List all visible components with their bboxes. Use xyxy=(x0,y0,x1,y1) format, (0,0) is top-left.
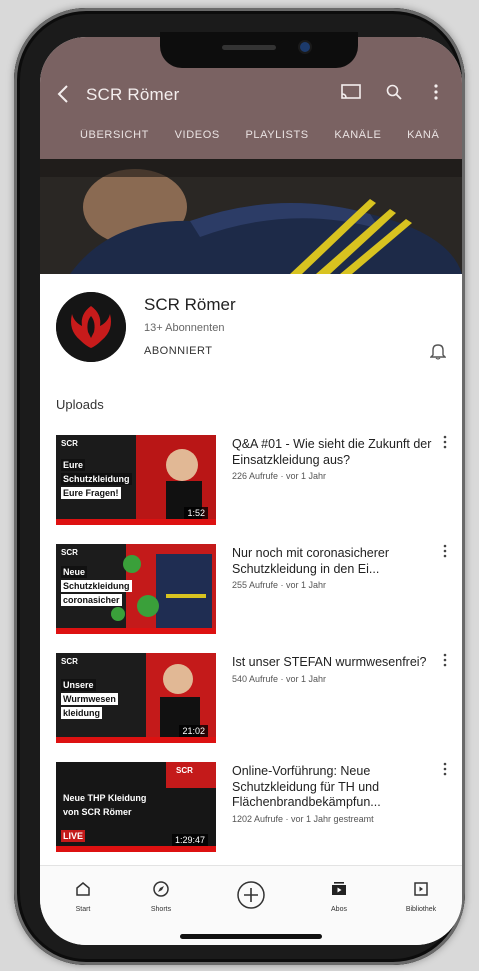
thumb-text: Wurmwesen xyxy=(61,693,118,705)
video-title-text: Nur noch mit coronasicherer Schutzkleidu… xyxy=(232,546,390,576)
channel-title: SCR Römer xyxy=(86,85,180,104)
channel-tabs: ÜBERSICHT VIDEOS PLAYLISTS KANÄLE KANÄ xyxy=(80,129,461,141)
thumb-text: Schutzkleidung xyxy=(61,473,132,485)
more-vert-icon xyxy=(443,544,447,558)
nav-label: Shorts xyxy=(150,906,172,913)
video-more-button[interactable] xyxy=(443,435,447,452)
video-item[interactable]: SCR Unsere Wurmwesen kleidung 21:02 Ist … xyxy=(56,653,456,749)
bell-icon xyxy=(429,344,447,360)
thumb-text: Neue THP Kleidung xyxy=(63,793,147,803)
bottom-navigation: Start Shorts Abos Bibliothek xyxy=(40,865,462,945)
phone-notch xyxy=(160,32,358,68)
search-icon xyxy=(386,84,402,100)
nav-label: Bibliothek xyxy=(405,906,437,913)
explore-icon xyxy=(153,881,169,897)
video-title[interactable]: Online-Vorführung: Neue Schutzkleidung f… xyxy=(232,764,432,826)
video-item[interactable]: SCR Eure Schutzkleidung Eure Fragen! 1:5… xyxy=(56,435,456,531)
add-circle-icon xyxy=(237,881,265,909)
thumb-text: Eure Fragen! xyxy=(61,487,121,499)
thumb-text: Eure xyxy=(61,459,86,471)
video-duration: 21:02 xyxy=(179,725,208,737)
video-meta: 1202 Aufrufe · vor 1 Jahr gestreamt xyxy=(232,813,374,824)
video-more-button[interactable] xyxy=(443,653,447,670)
video-meta: 226 Aufrufe · vor 1 Jahr xyxy=(232,471,327,481)
arrow-left-icon xyxy=(57,85,68,103)
more-options-button[interactable] xyxy=(433,83,439,106)
phoenix-logo-icon xyxy=(56,292,126,362)
thumb-text: coronasicher xyxy=(61,594,122,606)
subscribed-button[interactable]: ABONNIERT xyxy=(144,345,212,357)
video-title-text: Q&A #01 - Wie sieht die Zukunft der Eins… xyxy=(232,437,432,467)
nav-label: Abos xyxy=(331,906,347,913)
tab-uebersicht[interactable]: ÜBERSICHT xyxy=(80,129,149,141)
tab-kanaele[interactable]: KANÄLE xyxy=(334,129,381,141)
subscriptions-icon xyxy=(332,882,346,895)
nav-home[interactable]: Start xyxy=(48,880,118,913)
search-button[interactable] xyxy=(385,83,403,106)
more-vert-icon xyxy=(434,84,438,100)
video-title[interactable]: Q&A #01 - Wie sieht die Zukunft der Eins… xyxy=(232,437,432,484)
video-title[interactable]: Ist unser STEFAN wurmwesenfrei? 540 Aufr… xyxy=(232,655,432,686)
library-icon xyxy=(414,882,428,896)
video-more-button[interactable] xyxy=(443,762,447,779)
more-vert-icon xyxy=(443,762,447,776)
video-more-button[interactable] xyxy=(443,544,447,561)
video-item[interactable]: SCR Neue THP Kleidung von SCR Römer LIVE… xyxy=(56,762,456,858)
video-duration: 1:29:47 xyxy=(171,834,208,846)
tab-videos[interactable]: VIDEOS xyxy=(175,129,220,141)
nav-library[interactable]: Bibliothek xyxy=(386,880,456,913)
section-title-uploads: Uploads xyxy=(56,397,104,412)
tab-kanaele-overflow[interactable]: KANÄ xyxy=(407,129,439,141)
live-badge: LIVE xyxy=(61,830,86,842)
thumb-text: von SCR Römer xyxy=(63,807,132,817)
speaker-grille xyxy=(222,45,276,50)
video-meta: 540 Aufrufe · vor 1 Jahr xyxy=(232,673,327,684)
thumb-text: kleidung xyxy=(61,707,103,719)
video-title[interactable]: Nur noch mit coronasicherer Schutzkleidu… xyxy=(232,546,432,593)
video-item[interactable]: SCR Neue Schutzkleidung coronasicher Nur… xyxy=(56,544,456,640)
video-duration: 1:52 xyxy=(184,507,208,519)
subscriber-count: 13+ Abonnenten xyxy=(144,322,225,334)
video-thumbnail[interactable]: SCR Eure Schutzkleidung Eure Fragen! 1:5… xyxy=(56,435,216,525)
thumb-text: Unsere xyxy=(61,679,96,691)
video-meta: 255 Aufrufe · vor 1 Jahr xyxy=(232,580,327,590)
front-camera xyxy=(300,42,310,52)
brand-badge: SCR xyxy=(61,439,78,448)
brand-badge: SCR xyxy=(176,766,193,775)
nav-subscriptions[interactable]: Abos xyxy=(304,880,374,913)
thumb-text: Neue xyxy=(61,566,88,578)
video-title-text: Ist unser STEFAN wurmwesenfrei? xyxy=(232,655,427,669)
video-thumbnail[interactable]: SCR Unsere Wurmwesen kleidung 21:02 xyxy=(56,653,216,743)
more-vert-icon xyxy=(443,653,447,667)
cast-button[interactable] xyxy=(340,83,362,106)
brand-badge: SCR xyxy=(61,548,78,557)
more-vert-icon xyxy=(443,435,447,449)
notification-bell-button[interactable] xyxy=(429,342,447,365)
home-icon xyxy=(76,882,90,896)
channel-name: SCR Römer xyxy=(144,295,236,314)
channel-banner xyxy=(40,159,462,274)
app-screen: SCR Römer ÜBERSICHT VIDEOS PLAYLISTS KAN… xyxy=(40,37,462,945)
cast-icon xyxy=(341,84,361,99)
nav-shorts[interactable]: Shorts xyxy=(126,880,196,913)
thumb-text: Schutzkleidung xyxy=(61,580,132,592)
channel-avatar[interactable] xyxy=(56,292,126,362)
nav-label: Start xyxy=(75,906,91,913)
nav-create[interactable] xyxy=(216,880,286,915)
home-indicator[interactable] xyxy=(180,934,322,939)
brand-badge: SCR xyxy=(61,657,78,666)
banner-image xyxy=(40,159,462,274)
tab-playlists[interactable]: PLAYLISTS xyxy=(245,129,308,141)
video-title-text: Online-Vorführung: Neue Schutzkleidung f… xyxy=(232,764,381,809)
video-thumbnail[interactable]: SCR Neue THP Kleidung von SCR Römer LIVE… xyxy=(56,762,216,852)
back-button[interactable] xyxy=(56,83,70,109)
video-thumbnail[interactable]: SCR Neue Schutzkleidung coronasicher xyxy=(56,544,216,634)
